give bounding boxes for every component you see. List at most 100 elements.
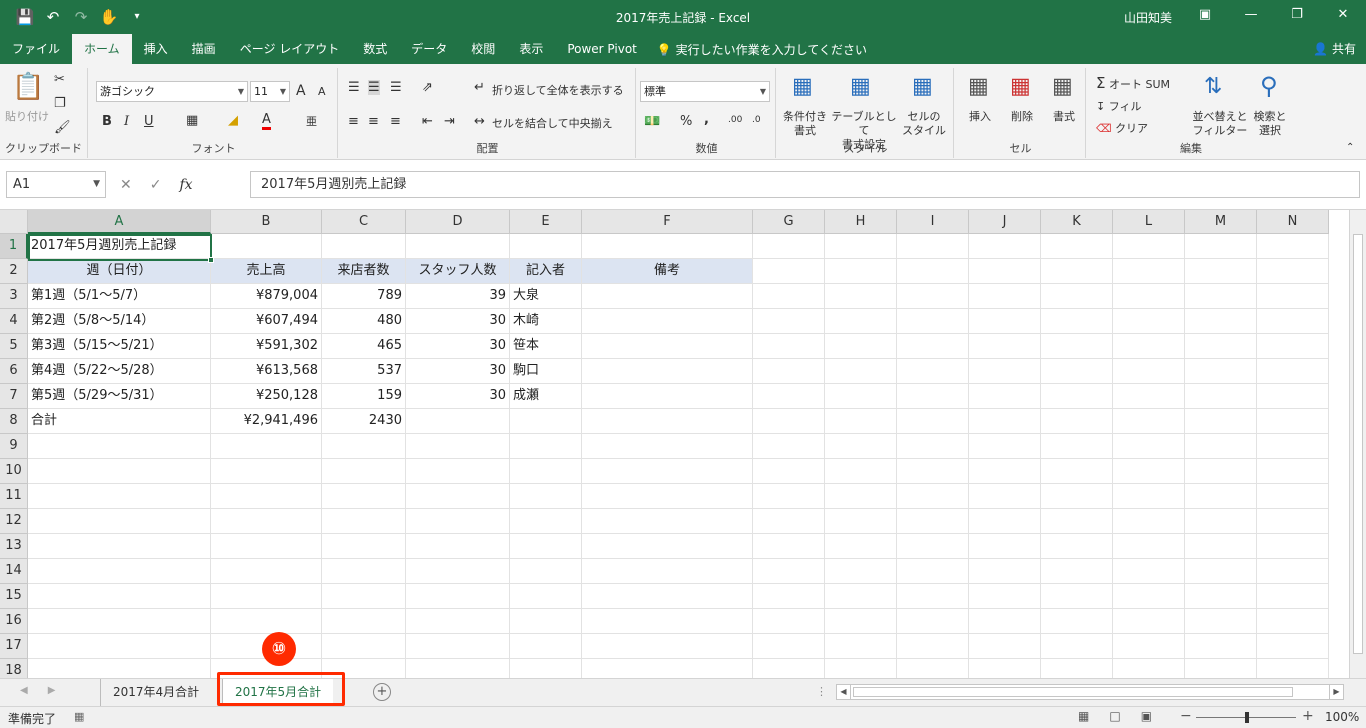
delete-cells-icon[interactable]: ▦ [1010, 74, 1031, 99]
align-right-icon[interactable]: ≡ [390, 114, 401, 129]
cell-f4[interactable] [582, 309, 753, 334]
percent-button[interactable]: % [680, 114, 692, 129]
cell-j16[interactable] [969, 609, 1041, 634]
select-all-corner[interactable] [0, 210, 28, 234]
cell-h6[interactable] [825, 359, 897, 384]
cell-a1[interactable]: 2017年5月週別売上記録 [28, 234, 211, 259]
decrease-indent-icon[interactable]: ⇤ [422, 114, 433, 129]
cell-l9[interactable] [1113, 434, 1185, 459]
row-header[interactable]: 2 [0, 259, 28, 284]
format-cells-button[interactable]: 書式 [1042, 110, 1086, 124]
cell-g8[interactable] [753, 409, 825, 434]
cell-j17[interactable] [969, 634, 1041, 659]
cell-k12[interactable] [1041, 509, 1113, 534]
column-header-c[interactable]: C [322, 210, 406, 234]
cell-i7[interactable] [897, 384, 969, 409]
cell-c5[interactable]: 465 [322, 334, 406, 359]
increase-indent-icon[interactable]: ⇥ [444, 114, 455, 129]
cell-h3[interactable] [825, 284, 897, 309]
cell-d1[interactable] [406, 234, 510, 259]
cell-l7[interactable] [1113, 384, 1185, 409]
cell-h18[interactable] [825, 659, 897, 678]
cell-m3[interactable] [1185, 284, 1257, 309]
row-header[interactable]: 13 [0, 534, 28, 559]
add-sheet-button[interactable]: + [373, 683, 391, 701]
cell-e18[interactable] [510, 659, 582, 678]
row-header[interactable]: 15 [0, 584, 28, 609]
align-middle-icon[interactable]: ☰ [368, 80, 380, 95]
cell-k8[interactable] [1041, 409, 1113, 434]
cell-a13[interactable] [28, 534, 211, 559]
cell-e2[interactable]: 記入者 [510, 259, 582, 284]
shrink-font-icon[interactable]: A [318, 85, 326, 98]
cell-a15[interactable] [28, 584, 211, 609]
cell-d6[interactable]: 30 [406, 359, 510, 384]
cell-j9[interactable] [969, 434, 1041, 459]
fill-button[interactable]: ↧ フィル [1096, 100, 1142, 114]
cell-l13[interactable] [1113, 534, 1185, 559]
cell-m10[interactable] [1185, 459, 1257, 484]
column-header-i[interactable]: I [897, 210, 969, 234]
phonetic-icon[interactable]: 亜 [306, 113, 317, 129]
cell-j18[interactable] [969, 659, 1041, 678]
cell-a8[interactable]: 合計 [28, 409, 211, 434]
cell-g3[interactable] [753, 284, 825, 309]
cell-n8[interactable] [1257, 409, 1329, 434]
delete-cells-button[interactable]: 削除 [1000, 110, 1044, 124]
cell-k13[interactable] [1041, 534, 1113, 559]
cell-m18[interactable] [1185, 659, 1257, 678]
cell-m13[interactable] [1185, 534, 1257, 559]
share-button[interactable]: 👤 共有 [1313, 34, 1356, 64]
cell-e5[interactable]: 笹本 [510, 334, 582, 359]
cell-k9[interactable] [1041, 434, 1113, 459]
cell-l2[interactable] [1113, 259, 1185, 284]
cell-b16[interactable] [211, 609, 322, 634]
cell-n4[interactable] [1257, 309, 1329, 334]
cell-n1[interactable] [1257, 234, 1329, 259]
cell-h11[interactable] [825, 484, 897, 509]
sheet-tab-april[interactable]: 2017年4月合計 [100, 679, 211, 706]
insert-cells-icon[interactable]: ▦ [968, 74, 989, 99]
wrap-text-button[interactable]: 折り返して全体を表示する [492, 84, 624, 98]
cell-i2[interactable] [897, 259, 969, 284]
cell-f8[interactable] [582, 409, 753, 434]
cell-n18[interactable] [1257, 659, 1329, 678]
row-header[interactable]: 4 [0, 309, 28, 334]
cell-a10[interactable] [28, 459, 211, 484]
insert-function-icon[interactable]: fx [179, 177, 192, 193]
cell-a16[interactable] [28, 609, 211, 634]
cell-j8[interactable] [969, 409, 1041, 434]
cell-d5[interactable]: 30 [406, 334, 510, 359]
clear-button[interactable]: ⌫ クリア [1096, 122, 1148, 136]
column-header-d[interactable]: D [406, 210, 510, 234]
cell-e16[interactable] [510, 609, 582, 634]
minimize-icon[interactable]: — [1228, 0, 1274, 30]
cell-k15[interactable] [1041, 584, 1113, 609]
cell-m4[interactable] [1185, 309, 1257, 334]
cell-k6[interactable] [1041, 359, 1113, 384]
tab-formulas[interactable]: 数式 [351, 34, 399, 64]
cell-i10[interactable] [897, 459, 969, 484]
cell-b4[interactable]: ¥607,494 [211, 309, 322, 334]
cell-j13[interactable] [969, 534, 1041, 559]
cell-styles-button[interactable]: セルの スタイル [898, 110, 950, 138]
paste-icon[interactable]: 📋 [12, 72, 44, 102]
cell-k4[interactable] [1041, 309, 1113, 334]
cell-styles-icon[interactable]: ▦ [912, 74, 933, 99]
vertical-scroll-thumb[interactable] [1353, 234, 1363, 654]
cell-j12[interactable] [969, 509, 1041, 534]
cell-c8[interactable]: 2430 [322, 409, 406, 434]
cell-n15[interactable] [1257, 584, 1329, 609]
tab-review[interactable]: 校閲 [459, 34, 507, 64]
cell-c12[interactable] [322, 509, 406, 534]
orientation-icon[interactable]: ⇗ [422, 80, 433, 95]
formula-input[interactable]: 2017年5月週別売上記録 [250, 171, 1360, 198]
cell-l4[interactable] [1113, 309, 1185, 334]
cell-l1[interactable] [1113, 234, 1185, 259]
cell-a18[interactable] [28, 659, 211, 678]
cell-g5[interactable] [753, 334, 825, 359]
cell-a5[interactable]: 第3週（5/15～5/21） [28, 334, 211, 359]
cell-e17[interactable] [510, 634, 582, 659]
wrap-text-icon[interactable]: ↵ [474, 80, 485, 95]
sort-filter-icon[interactable]: ⇅ [1204, 74, 1222, 99]
